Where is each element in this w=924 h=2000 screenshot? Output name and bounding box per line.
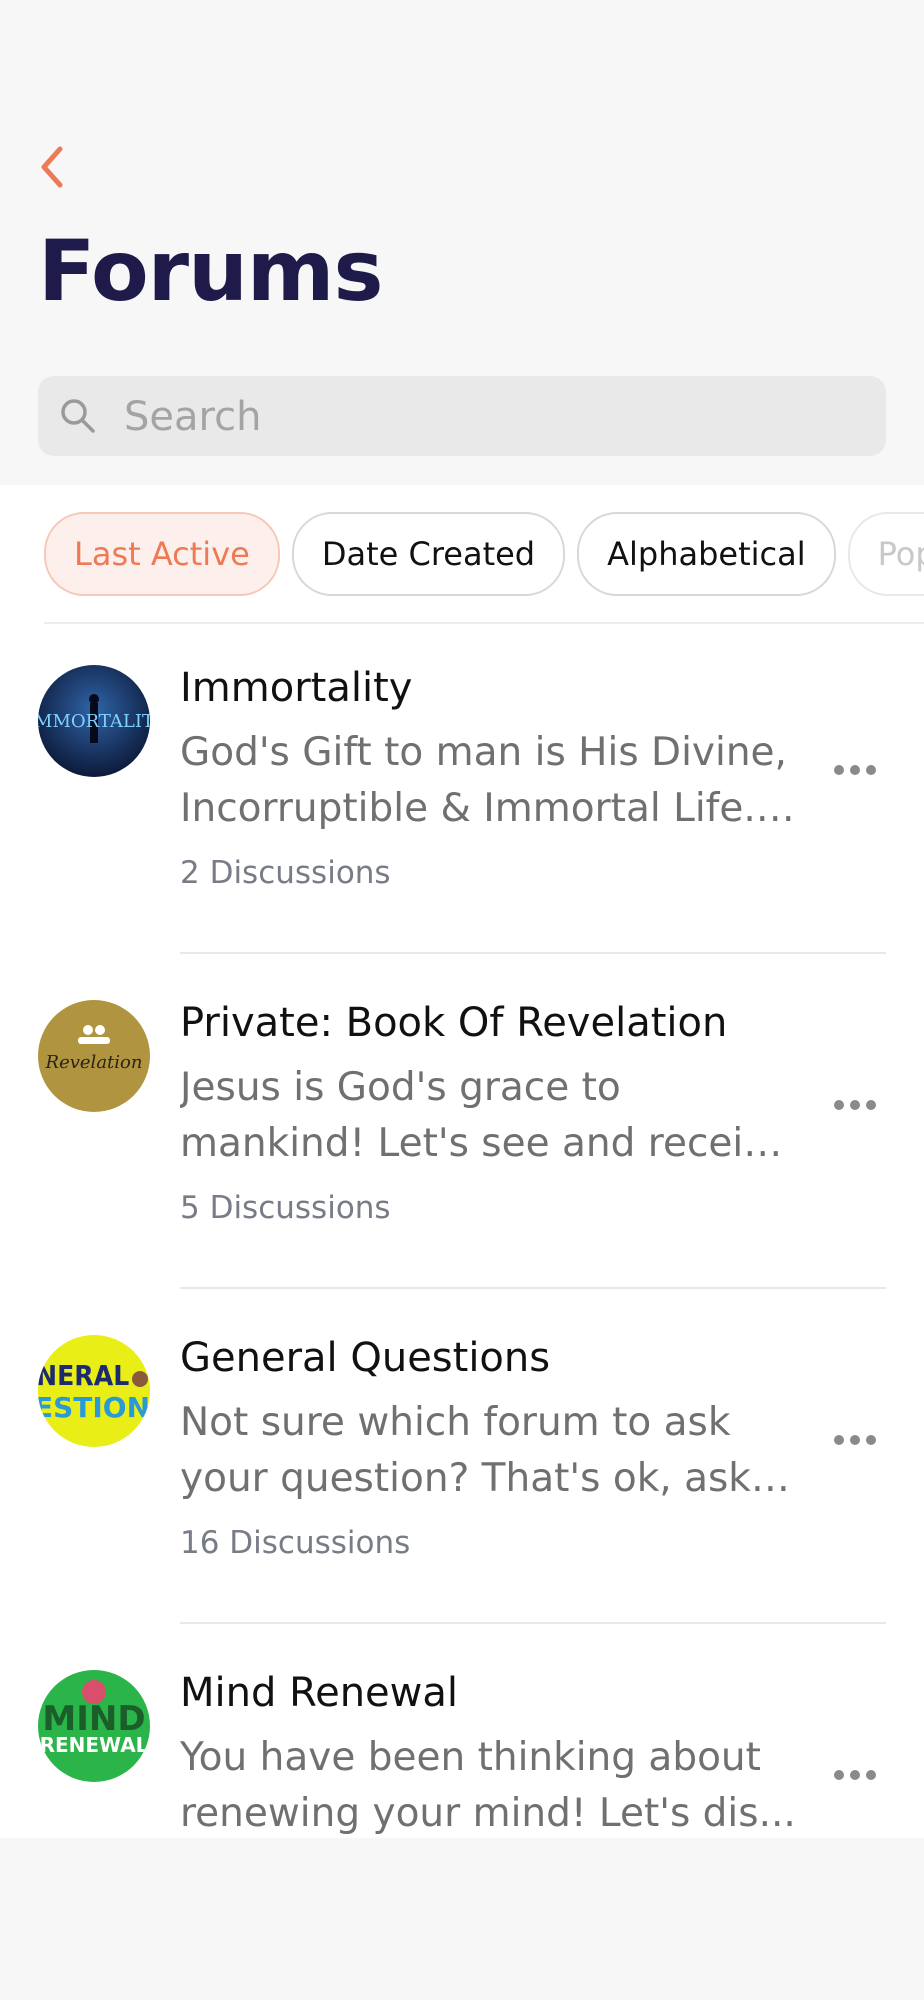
- forums-header: Forums: [0, 0, 924, 485]
- svg-text:NERAL: NERAL: [38, 1359, 129, 1392]
- forum-name: Immortality: [180, 665, 413, 711]
- discussion-count: 2 Discussions: [180, 855, 391, 891]
- more-options-icon[interactable]: [830, 1425, 880, 1455]
- forum-item-mind-renewal[interactable]: MIND RENEWAL Mind Renewal You have been …: [0, 1630, 924, 1838]
- discussion-count: 16 Discussions: [180, 1525, 411, 1561]
- sort-filter-chips: Last ActiveDate CreatedAlphabeticalPop: [44, 512, 924, 598]
- more-options-icon[interactable]: [830, 755, 880, 785]
- svg-text:MMORTALIT: MMORTALIT: [38, 711, 150, 732]
- chip-popular[interactable]: Pop: [847, 512, 924, 596]
- forum-avatar: NERAL ESTIONS: [38, 1335, 150, 1447]
- svg-text:ESTIONS: ESTIONS: [38, 1391, 150, 1424]
- forum-avatar: Revelation: [38, 1000, 150, 1112]
- revelation-avatar-image: Revelation: [38, 1000, 150, 1112]
- immortality-avatar-image: MMORTALIT: [38, 665, 150, 777]
- forum-description: Jesus is God's grace to mankind! Let's s…: [180, 1065, 800, 1166]
- chips-divider: [44, 622, 924, 624]
- chip-date-created[interactable]: Date Created: [291, 512, 566, 596]
- forum-name: General Questions: [180, 1335, 551, 1381]
- mind-renewal-avatar-image: MIND RENEWAL: [38, 1670, 150, 1782]
- forum-name: Private: Book Of Revelation: [180, 1000, 728, 1046]
- more-options-icon[interactable]: [830, 1760, 880, 1790]
- forum-item-general-questions[interactable]: NERAL ESTIONS General Questions Not sure…: [0, 1295, 924, 1630]
- page-title: Forums: [38, 222, 383, 320]
- item-divider: [180, 1287, 886, 1289]
- chip-last-active[interactable]: Last Active: [44, 512, 280, 596]
- item-divider: [180, 952, 886, 954]
- chip-alphabetical[interactable]: Alphabetical: [577, 512, 836, 596]
- search-bar[interactable]: [38, 376, 886, 458]
- search-input[interactable]: [122, 376, 866, 458]
- forum-item-book-of-revelation[interactable]: Revelation Private: Book Of Revelation J…: [0, 960, 924, 1295]
- forum-avatar: MMORTALIT: [38, 665, 150, 777]
- forum-description: God's Gift to man is His Divine, Incorru…: [180, 730, 800, 831]
- forum-name: Mind Renewal: [180, 1670, 458, 1716]
- item-divider: [180, 1622, 886, 1624]
- forum-description: You have been thinking about renewing yo…: [180, 1735, 796, 1836]
- forum-item-immortality[interactable]: MMORTALIT Immortality God's Gift to man …: [0, 625, 924, 960]
- discussion-count: 5 Discussions: [180, 1190, 391, 1226]
- svg-text:Revelation: Revelation: [45, 1052, 143, 1073]
- forum-description: Not sure which forum to ask your questio…: [180, 1400, 800, 1501]
- chevron-left-icon[interactable]: [34, 143, 70, 191]
- more-options-icon[interactable]: [830, 1090, 880, 1120]
- svg-text:RENEWAL: RENEWAL: [40, 1733, 149, 1757]
- forum-avatar: MIND RENEWAL: [38, 1670, 150, 1782]
- search-icon: [61, 399, 95, 433]
- general-questions-avatar-image: NERAL ESTIONS: [38, 1335, 150, 1447]
